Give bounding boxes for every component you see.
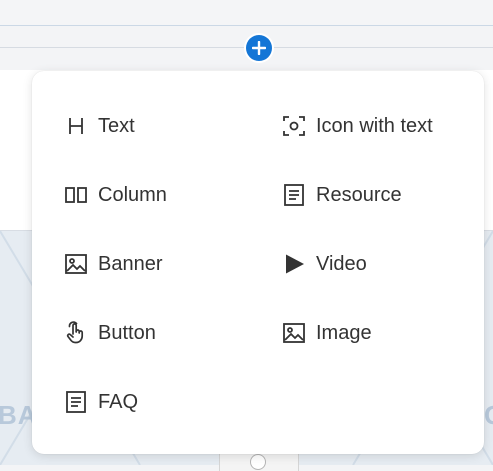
menu-item-faq[interactable]: FAQ [64,385,138,419]
heading-icon [64,114,88,138]
banner-text-right: G [484,400,493,431]
image-icon [282,321,306,345]
add-block-menu: Text Icon with text Column Resource Bann… [32,71,484,454]
icon-frame-icon [282,114,306,138]
menu-item-label: Resource [316,183,402,206]
menu-item-column[interactable]: Column [64,178,167,212]
menu-item-label: Column [98,183,167,206]
menu-item-label: Image [316,321,372,344]
menu-item-resource[interactable]: Resource [282,178,402,212]
menu-item-label: Button [98,321,156,344]
pointer-hand-icon [64,321,88,345]
add-block-button[interactable] [244,33,274,63]
menu-item-label: Video [316,252,367,275]
menu-item-image[interactable]: Image [282,316,372,350]
menu-item-text[interactable]: Text [64,109,135,143]
columns-icon [64,183,88,207]
menu-item-banner[interactable]: Banner [64,247,163,281]
page-top-strip [0,0,493,26]
image-icon [64,252,88,276]
menu-item-video[interactable]: Video [282,247,367,281]
menu-item-label: Banner [98,252,163,275]
document-icon [282,183,306,207]
menu-item-label: Icon with text [316,114,433,137]
plus-icon [246,35,272,61]
play-icon [282,252,306,276]
menu-item-label: FAQ [98,390,139,413]
slider-handle-dot [250,454,266,470]
menu-item-icon-with-text[interactable]: Icon with text [282,109,433,143]
menu-item-button[interactable]: Button [64,316,156,350]
document-icon [64,390,88,414]
menu-item-label: Text [98,114,135,137]
